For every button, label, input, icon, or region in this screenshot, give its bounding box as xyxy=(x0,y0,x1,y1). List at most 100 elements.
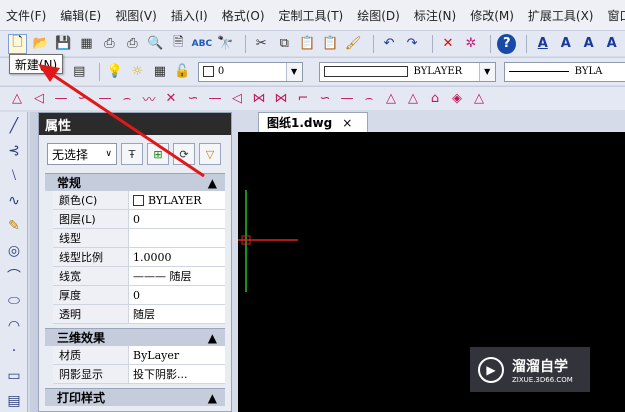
chevron-down-icon[interactable]: ▼ xyxy=(285,62,302,81)
toggle-pickadd-icon[interactable]: Ŧ xyxy=(121,143,143,165)
rectangle-icon[interactable]: ▭ xyxy=(2,365,26,387)
break-icon[interactable]: ⋈ xyxy=(272,90,290,108)
ellipse-icon[interactable]: ⬭ xyxy=(2,290,26,312)
property-value[interactable]: 随层 xyxy=(129,305,225,323)
aligned-dimension-icon[interactable]: ◁ xyxy=(30,90,48,108)
menu-draw[interactable]: 绘图(D) xyxy=(357,7,400,24)
baseline-icon[interactable]: — xyxy=(206,90,224,108)
save-as-icon[interactable]: ▦ xyxy=(77,34,96,54)
plot-icon[interactable]: ⎙ xyxy=(123,34,142,54)
point-icon[interactable]: · xyxy=(2,340,26,362)
construction-line-icon[interactable]: ⊰ xyxy=(2,140,26,162)
line-icon[interactable]: ╱ xyxy=(2,115,26,137)
match-properties-icon[interactable]: 🖌 xyxy=(344,34,363,54)
color-dropdown[interactable]: BYLAYER ▼ xyxy=(318,61,496,82)
property-value[interactable]: 1.0000 xyxy=(129,248,225,266)
property-row[interactable]: 阴影显示 投下阴影... xyxy=(53,365,225,384)
menu-file[interactable]: 文件(F) xyxy=(6,7,46,24)
circle-icon[interactable]: ◎ xyxy=(2,240,26,262)
jogged-linear-icon[interactable]: ⌢ xyxy=(360,90,378,108)
find-icon[interactable]: 🔭 xyxy=(216,34,235,54)
menu-format[interactable]: 格式(O) xyxy=(222,7,265,24)
property-value[interactable]: ——— 随层 xyxy=(129,267,225,285)
selection-dropdown[interactable]: 无选择 ∨ xyxy=(47,143,117,165)
tolerance-icon[interactable]: ⌐ xyxy=(294,90,312,108)
filter-icon[interactable]: ▽ xyxy=(199,143,221,165)
property-value[interactable]: 投下阴影... xyxy=(129,365,225,383)
edit-dim-icon[interactable]: △ xyxy=(382,90,400,108)
open-folder-icon[interactable]: 📂 xyxy=(31,34,50,54)
property-row[interactable]: 图层(L) 0 xyxy=(53,210,225,229)
update-icon[interactable]: ⌂ xyxy=(426,90,444,108)
ellipse-arc-icon[interactable]: ◠ xyxy=(2,315,26,337)
section-plot-style[interactable]: 打印样式 ▲ xyxy=(45,388,225,406)
menu-extension-tools[interactable]: 扩展工具(X) xyxy=(528,7,594,24)
text-find-icon[interactable]: A xyxy=(602,34,621,54)
arc-length-icon[interactable]: — xyxy=(52,90,70,108)
continue-icon[interactable]: ◁ xyxy=(228,90,246,108)
paste-special-icon[interactable]: 📋 xyxy=(321,34,340,54)
property-row[interactable]: 线型比例 1.0000 xyxy=(53,248,225,267)
property-row[interactable]: 线宽 ——— 随层 xyxy=(53,267,225,286)
linetype-dropdown[interactable]: BYLA xyxy=(503,61,625,82)
arc-icon[interactable]: ⌒ xyxy=(2,265,26,287)
layer-manager-icon[interactable]: ▤ xyxy=(70,62,89,82)
jogged-icon[interactable]: ⌢ xyxy=(118,90,136,108)
collapse-icon[interactable]: ▲ xyxy=(208,176,217,190)
layer-dropdown[interactable]: 0 ▼ xyxy=(197,61,303,82)
menu-edit[interactable]: 编辑(E) xyxy=(60,7,101,24)
chevron-down-icon[interactable]: ∨ xyxy=(105,149,112,159)
spline-icon[interactable]: ∿ xyxy=(2,190,26,212)
menu-custom-tools[interactable]: 定制工具(T) xyxy=(279,7,344,24)
help-icon[interactable]: ? xyxy=(497,33,517,54)
collapse-icon[interactable]: ▲ xyxy=(208,331,217,345)
menu-view[interactable]: 视图(V) xyxy=(115,7,157,24)
property-value[interactable]: BYLAYER xyxy=(129,191,225,209)
section-3d-effects[interactable]: 三维效果 ▲ xyxy=(45,328,225,346)
chevron-down-icon[interactable]: ▼ xyxy=(478,62,495,81)
quick-dim-icon[interactable]: ∽ xyxy=(184,90,202,108)
dim-style-icon[interactable]: ◈ xyxy=(448,90,466,108)
property-value[interactable]: ByLayer xyxy=(129,346,225,364)
ordinate-icon[interactable]: ∽ xyxy=(74,90,92,108)
purge-icon[interactable]: ✲ xyxy=(461,34,480,54)
radius-icon[interactable]: — xyxy=(96,90,114,108)
text-edit-icon[interactable]: A xyxy=(579,34,598,54)
space-icon[interactable]: ⋈ xyxy=(250,90,268,108)
text-icon[interactable]: A xyxy=(556,34,575,54)
property-row[interactable]: 厚度 0 xyxy=(53,286,225,305)
menu-modify[interactable]: 修改(M) xyxy=(470,7,514,24)
linear-dimension-icon[interactable]: △ xyxy=(8,90,26,108)
delete-icon[interactable]: ✕ xyxy=(438,34,457,54)
properties-panel-grip[interactable] xyxy=(30,112,38,412)
undo-icon[interactable]: ↶ xyxy=(380,34,399,54)
collapse-icon[interactable]: ▲ xyxy=(208,391,217,405)
section-general[interactable]: 常规 ▲ xyxy=(45,173,225,191)
property-value[interactable]: 0 xyxy=(129,210,225,228)
print-preview-icon[interactable]: 🔍 xyxy=(146,34,165,54)
hatch-icon[interactable]: ▤ xyxy=(2,390,26,412)
spell-check-icon[interactable]: ABC xyxy=(192,34,212,54)
print-icon[interactable]: ⎙ xyxy=(100,34,119,54)
inspect-icon[interactable]: — xyxy=(338,90,356,108)
close-icon[interactable]: × xyxy=(342,116,352,130)
paste-icon[interactable]: 📋 xyxy=(298,34,317,54)
property-value[interactable]: 0 xyxy=(129,286,225,304)
property-value[interactable] xyxy=(129,229,225,247)
edit-text-icon[interactable]: △ xyxy=(404,90,422,108)
pencil-icon[interactable]: ✎ xyxy=(2,215,26,237)
text-style-icon[interactable]: A xyxy=(533,34,552,54)
tab-drawing1[interactable]: 图纸1.dwg × xyxy=(258,112,368,132)
menu-window[interactable]: 窗口 xyxy=(608,7,625,24)
select-objects-icon[interactable]: ⊞ xyxy=(147,143,169,165)
menu-insert[interactable]: 插入(I) xyxy=(171,7,208,24)
property-row[interactable]: 线型 xyxy=(53,229,225,248)
new-file-icon[interactable]: 🗋 xyxy=(8,33,28,54)
quick-select-icon[interactable]: ⟳ xyxy=(173,143,195,165)
property-row[interactable]: 颜色(C) BYLAYER xyxy=(53,191,225,210)
cut-icon[interactable]: ✂ xyxy=(252,34,271,54)
property-row[interactable]: 透明 随层 xyxy=(53,305,225,324)
menu-dimension[interactable]: 标注(N) xyxy=(414,7,456,24)
diameter-icon[interactable]: 〰 xyxy=(140,90,158,108)
override-icon[interactable]: △ xyxy=(470,90,488,108)
